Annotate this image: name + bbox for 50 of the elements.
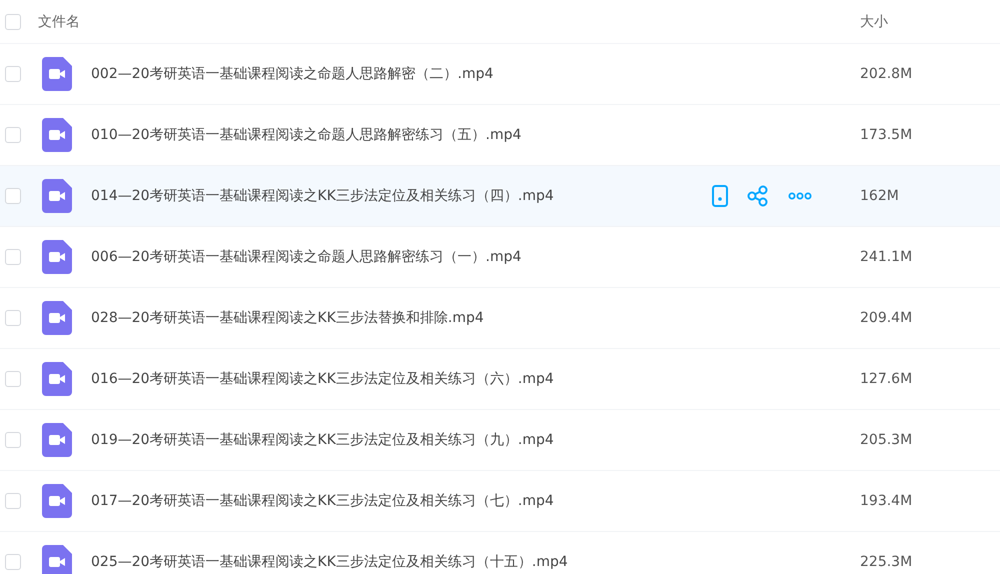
file-row[interactable]: 006—20考研英语一基础课程阅读之命题人思路解密练习（一）.mp4 241.1M [0,227,1000,288]
file-row[interactable]: 017—20考研英语一基础课程阅读之KK三步法定位及相关练习（七）.mp4 193.4M [0,471,1000,532]
share-icon[interactable] [747,185,769,207]
checkbox[interactable] [5,554,21,570]
video-file-icon [42,240,72,274]
video-file-icon [42,423,72,457]
video-file-icon [42,57,72,91]
file-name[interactable]: 016—20考研英语一基础课程阅读之KK三步法定位及相关练习（六）.mp4 [91,370,712,388]
file-size: 202.8M [860,66,914,82]
file-size: 205.3M [860,432,914,448]
file-size: 193.4M [860,493,914,509]
checkbox[interactable] [5,493,21,509]
more-icon[interactable] [788,192,812,200]
video-file-icon [42,179,72,213]
file-name[interactable]: 010—20考研英语一基础课程阅读之命题人思路解密练习（五）.mp4 [91,126,712,144]
phone-icon[interactable] [712,185,728,207]
file-row[interactable]: 002—20考研英语一基础课程阅读之命题人思路解密（二）.mp4 202.8M [0,44,1000,105]
video-file-icon [42,118,72,152]
column-header[interactable]: 大小 [850,12,1000,30]
file-row[interactable]: 025—20考研英语一基础课程阅读之KK三步法定位及相关练习（十五）.mp4 225.3M [0,532,1000,574]
file-size: 225.3M [860,554,914,570]
checkbox[interactable] [5,371,21,387]
file-row[interactable]: 014—20考研英语一基础课程阅读之KK三步法定位及相关练习（四）.mp4 162M [0,166,1000,227]
checkbox[interactable] [5,188,21,204]
checkbox[interactable] [5,127,21,143]
file-row[interactable]: 016—20考研英语一基础课程阅读之KK三步法定位及相关练习（六）.mp4 127.6M [0,349,1000,410]
checkbox[interactable] [5,249,21,265]
video-file-icon [42,362,72,396]
file-name[interactable]: 002—20考研英语一基础课程阅读之命题人思路解密（二）.mp4 [91,65,712,83]
file-size: 162M [860,188,900,204]
file-name[interactable]: 014—20考研英语一基础课程阅读之KK三步法定位及相关练习（四）.mp4 [91,187,712,205]
checkbox[interactable] [5,66,21,82]
file-row[interactable]: 028—20考研英语一基础课程阅读之KK三步法替换和排除.mp4 209.4M [0,288,1000,349]
checkbox[interactable] [5,432,21,448]
checkbox[interactable] [5,310,21,326]
file-size: 127.6M [860,371,914,387]
file-size: 209.4M [860,310,914,326]
file-size: 173.5M [860,127,914,143]
file-row[interactable]: 019—20考研英语一基础课程阅读之KK三步法定位及相关练习（九）.mp4 205.3M [0,410,1000,471]
file-name[interactable]: 006—20考研英语一基础课程阅读之命题人思路解密练习（一）.mp4 [91,248,712,266]
video-file-icon [42,484,72,518]
file-name[interactable]: 025—20考研英语一基础课程阅读之KK三步法定位及相关练习（十五）.mp4 [91,553,712,571]
video-file-icon [42,545,72,574]
video-file-icon [42,301,72,335]
column-header[interactable]: 文件名 [38,12,80,30]
checkbox[interactable] [5,14,21,30]
file-size: 241.1M [860,249,914,265]
file-name[interactable]: 028—20考研英语一基础课程阅读之KK三步法替换和排除.mp4 [91,309,712,327]
file-name[interactable]: 019—20考研英语一基础课程阅读之KK三步法定位及相关练习（九）.mp4 [91,431,712,449]
file-name[interactable]: 017—20考研英语一基础课程阅读之KK三步法定位及相关练习（七）.mp4 [91,492,712,510]
